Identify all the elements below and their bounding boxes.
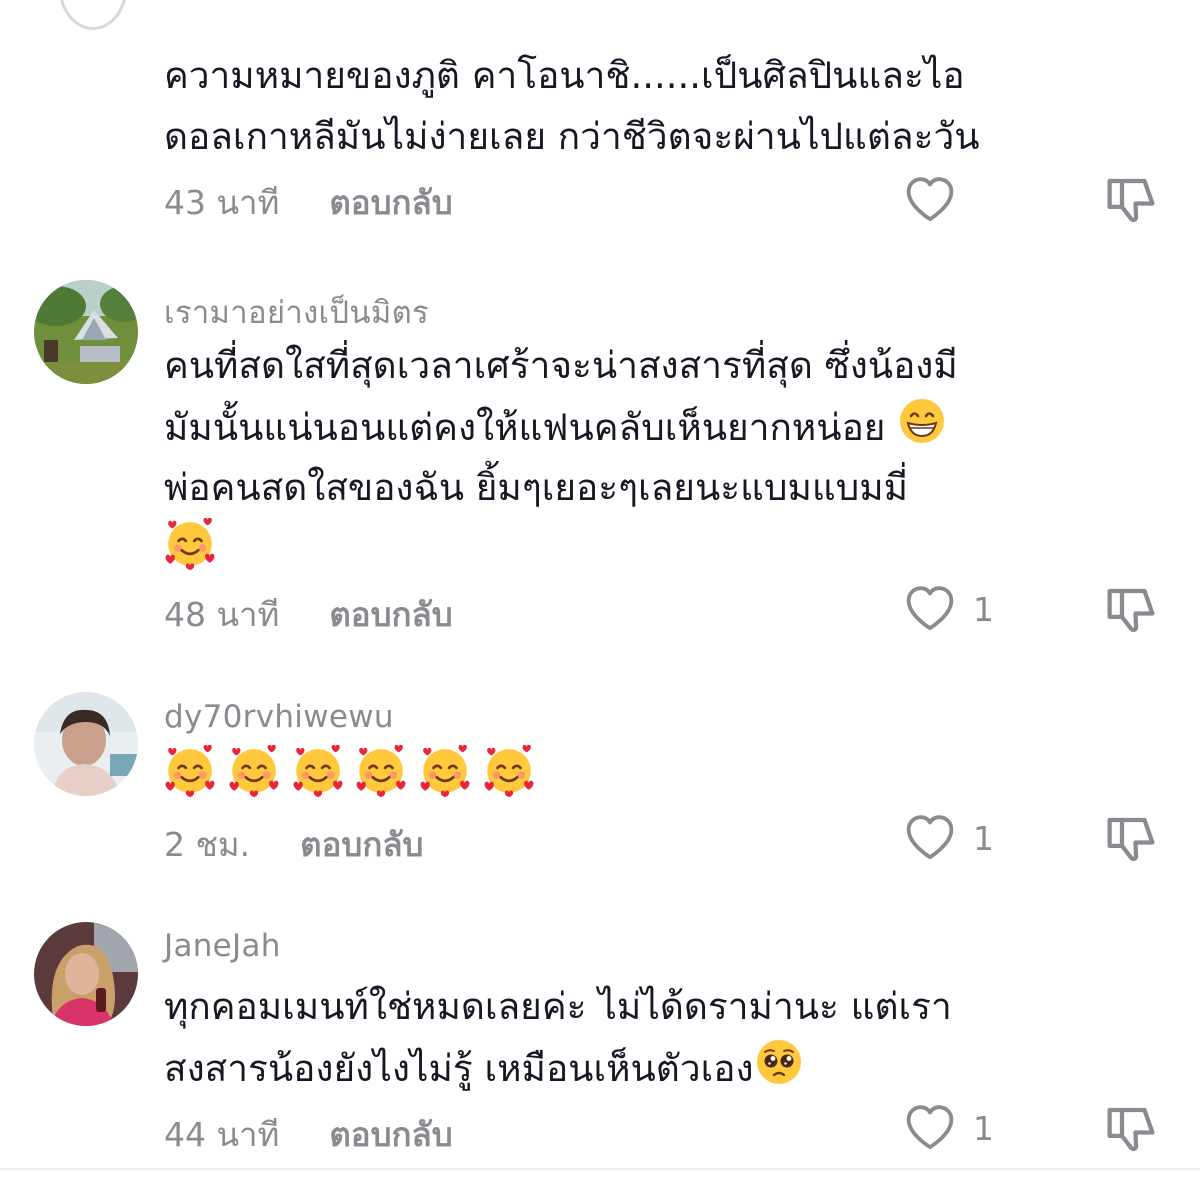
- comment-username[interactable]: เรามาอย่างเป็นมิตร: [164, 287, 429, 337]
- comment-line: ดอลเกาหลีมันไม่ง่ายเลย กว่าชีวิตจะผ่านไป…: [164, 115, 980, 158]
- smiling-face-with-hearts-emoji: [164, 518, 216, 570]
- reply-button[interactable]: ตอบกลับ: [329, 588, 452, 641]
- comment-line: พ่อคนสดใสของฉัน ยิ้มๆเยอะๆเลยนะแบมแบมมี่: [164, 466, 908, 509]
- pleading-face-emoji: [754, 1037, 804, 1087]
- smiling-face-with-hearts-emoji: [483, 745, 535, 797]
- avatar[interactable]: [34, 692, 138, 796]
- like-count: 1: [973, 1108, 994, 1148]
- comment-text: [164, 745, 1064, 806]
- like-count: 1: [973, 589, 994, 629]
- comment-line: มัมนั้นแน่นอนแต่คงให้แฟนคลับเห็นยากหน่อย: [164, 406, 886, 449]
- like-count: 1: [973, 818, 994, 858]
- smiling-face-with-hearts-emoji: [355, 745, 407, 797]
- divider: [0, 1168, 1200, 1170]
- comment-time: 43 นาที: [164, 183, 280, 222]
- reply-button[interactable]: ตอบกลับ: [300, 818, 423, 871]
- comment-line: ทุกคอมเมนท์ใช่หมดเลยค่ะ ไม่ได้ดราม่านะ แ…: [164, 985, 952, 1028]
- smiling-face-with-hearts-emoji: [228, 745, 280, 797]
- comment-line-with-emoji: สงสารน้องยังไงไม่รู้ เหมือนเห็นตัวเอง: [164, 1037, 1064, 1098]
- comment-meta: 48 นาที ตอบกลับ: [164, 588, 453, 641]
- reply-button[interactable]: ตอบกลับ: [329, 176, 452, 229]
- comment-line: คนที่สดใสที่สุดเวลาเศร้าจะน่าสงสารที่สุด…: [164, 344, 958, 387]
- thumbs-down-icon: [1104, 1101, 1158, 1155]
- comment-time: 2 ชม.: [164, 825, 251, 864]
- comment-username[interactable]: dy70rvhiwewu: [164, 699, 394, 735]
- thumbs-down-icon: [1104, 172, 1158, 226]
- dislike-button[interactable]: [1104, 172, 1158, 226]
- smiling-face-with-hearts-emoji: [164, 745, 216, 797]
- comment-text: ทุกคอมเมนท์ใช่หมดเลยค่ะ ไม่ได้ดราม่านะ แ…: [164, 976, 1064, 1098]
- heart-outline-icon: [903, 1101, 957, 1155]
- like-button[interactable]: [903, 173, 957, 227]
- comment-line: สงสารน้องยังไงไม่รู้ เหมือนเห็นตัวเอง: [164, 1047, 754, 1090]
- comment-meta: 43 นาที ตอบกลับ: [164, 176, 453, 229]
- smiling-face-with-hearts-emoji: [292, 745, 344, 797]
- comment-line: ความหมายของภูติ คาโอนาชิ......เป็นศิลปิน…: [164, 54, 965, 97]
- partial-avatar: [58, 0, 128, 30]
- thumbs-down-icon: [1104, 582, 1158, 636]
- reply-button[interactable]: ตอบกลับ: [329, 1108, 452, 1161]
- comment-time: 44 นาที: [164, 1115, 280, 1154]
- comment-emoji-line: [164, 745, 1064, 806]
- comment-text: ความหมายของภูติ คาโอนาชิ......เป็นศิลปิน…: [164, 45, 1064, 167]
- dislike-button[interactable]: [1104, 811, 1158, 865]
- like-button[interactable]: 1: [903, 811, 994, 865]
- comment-emoji-line: [164, 518, 1064, 579]
- smiling-face-with-hearts-emoji: [419, 745, 471, 797]
- grinning-face-emoji: [897, 396, 947, 446]
- dislike-button[interactable]: [1104, 582, 1158, 636]
- comment-text: คนที่สดใสที่สุดเวลาเศร้าจะน่าสงสารที่สุด…: [164, 335, 1064, 579]
- heart-outline-icon: [903, 811, 957, 865]
- avatar[interactable]: [34, 280, 138, 384]
- comment-line-with-emoji: มัมนั้นแน่นอนแต่คงให้แฟนคลับเห็นยากหน่อย: [164, 396, 1064, 457]
- like-button[interactable]: 1: [903, 1101, 994, 1155]
- dislike-button[interactable]: [1104, 1101, 1158, 1155]
- heart-outline-icon: [903, 173, 957, 227]
- avatar[interactable]: [34, 922, 138, 1026]
- like-button[interactable]: 1: [903, 582, 994, 636]
- heart-outline-icon: [903, 582, 957, 636]
- thumbs-down-icon: [1104, 811, 1158, 865]
- comment-meta: 2 ชม. ตอบกลับ: [164, 818, 424, 871]
- comment-time: 48 นาที: [164, 595, 280, 634]
- comment-username[interactable]: JaneJah: [164, 928, 281, 964]
- comment-meta: 44 นาที ตอบกลับ: [164, 1108, 453, 1161]
